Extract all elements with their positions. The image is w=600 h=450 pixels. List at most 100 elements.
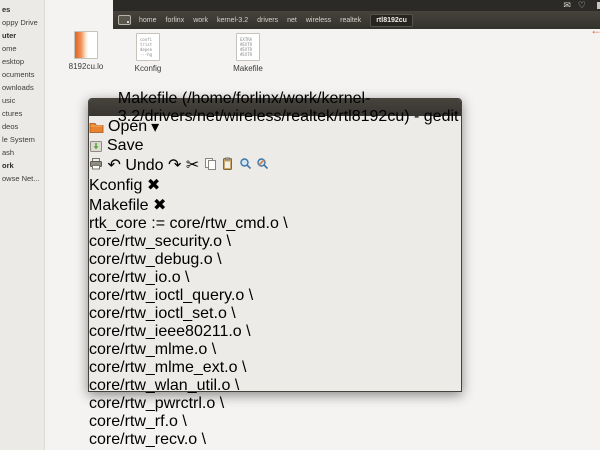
- sidebar-item[interactable]: owse Net...: [0, 172, 44, 185]
- code-line: core/rtw_rf.o \: [89, 413, 461, 431]
- panel-indicators: ✉ ♡: [563, 0, 586, 11]
- sidebar-item-label: uter: [2, 31, 16, 40]
- sidebar-item[interactable]: uter: [0, 29, 44, 42]
- breadcrumb-item[interactable]: drivers: [257, 17, 278, 24]
- code-line: core/rtw_ioctl_query.o \: [89, 287, 461, 305]
- file-name: 8192cu.lo: [58, 62, 114, 71]
- breadcrumb-label: work: [193, 17, 208, 24]
- sidebar-item-label: ownloads: [2, 83, 34, 92]
- breadcrumbs: home forlinx work kernel-3.2 drivers net wirel…: [139, 14, 413, 27]
- pathbar: home forlinx work kernel-3.2 drivers net wirel…: [113, 11, 600, 29]
- breadcrumb-item[interactable]: work: [193, 17, 208, 24]
- code-line-text: core/rtw_debug.o \: [89, 251, 222, 268]
- sidebar-item[interactable]: ash: [0, 146, 44, 159]
- icon-preview-text: ---hg: [137, 52, 159, 57]
- tab-label: Makefile: [89, 197, 149, 214]
- sidebar-item[interactable]: deos: [0, 120, 44, 133]
- code-line-text: core/rtw_recv.o \: [89, 431, 206, 448]
- text-editing-area[interactable]: rtk_core := core/rtw_cmd.o \ core/rtw_se…: [89, 215, 461, 450]
- code-line: core/rtw_ieee80211.o \: [89, 323, 461, 341]
- file-makefile[interactable]: EXTRA #EXTR #EXTR #EXTR Makefile: [220, 33, 276, 73]
- window-titlebar[interactable]: Makefile (/home/forlinx/work/kernel-3.2/…: [89, 99, 461, 116]
- heart-indicator-icon[interactable]: ♡: [578, 1, 586, 10]
- replace-button[interactable]: [256, 157, 269, 174]
- breadcrumb-label: home: [139, 17, 157, 24]
- sidebar-item[interactable]: ownloads: [0, 81, 44, 94]
- undo-button-label: Undo: [125, 157, 163, 174]
- tab-label: Kconfig: [89, 177, 142, 194]
- back-arrow-icon[interactable]: ←: [590, 24, 600, 36]
- code-lines: rtk_core := core/rtw_cmd.o \ core/rtw_se…: [89, 215, 461, 450]
- object-file-icon: [74, 31, 98, 59]
- sidebar-item[interactable]: ctures: [0, 107, 44, 120]
- code-line: core/rtw_wlan_util.o \: [89, 377, 461, 395]
- breadcrumb-item[interactable]: home: [139, 17, 157, 24]
- undo-button[interactable]: ↶: [107, 157, 120, 174]
- sidebar-item-label: le System: [2, 135, 35, 144]
- desktop-screenshot: es oppy Drive uter ome esktop ocuments ownload…: [0, 0, 600, 450]
- save-button[interactable]: Save: [89, 137, 461, 155]
- redo-button[interactable]: ↷: [168, 157, 181, 174]
- print-button[interactable]: [89, 157, 107, 174]
- breadcrumb-label: net: [287, 17, 297, 24]
- sidebar-item-label: owse Net...: [2, 174, 40, 183]
- paste-button[interactable]: [221, 157, 238, 174]
- code-line: core/rtw_recv.o \: [89, 431, 461, 449]
- file-name: Kconfig: [120, 64, 176, 73]
- code-line: core/rtw_mlme.o \: [89, 341, 461, 359]
- breadcrumb-item[interactable]: kernel-3.2: [217, 17, 248, 24]
- code-line-text: core/rtw_mlme_ext.o \: [89, 359, 246, 376]
- sidebar-item-label: esktop: [2, 57, 24, 66]
- sidebar-item-label: deos: [2, 122, 18, 131]
- sidebar-item[interactable]: oppy Drive: [0, 16, 44, 29]
- places-sidebar: es oppy Drive uter ome esktop ocuments ownload…: [0, 0, 45, 450]
- sidebar-item[interactable]: ome: [0, 42, 44, 55]
- code-line: core/rtw_security.o \: [89, 233, 461, 251]
- sidebar-item-label: usic: [2, 96, 15, 105]
- breadcrumb-label: forlinx: [166, 17, 185, 24]
- mail-indicator-icon[interactable]: ✉: [563, 1, 571, 10]
- sidebar-item[interactable]: ocuments: [0, 68, 44, 81]
- sidebar-item[interactable]: ork: [0, 159, 44, 172]
- breadcrumb-item[interactable]: net: [287, 17, 297, 24]
- code-line-text: core/rtw_rf.o \: [89, 413, 187, 430]
- sidebar-item-label: ome: [2, 44, 17, 53]
- breadcrumb-item[interactable]: wireless: [306, 17, 331, 24]
- sidebar-item[interactable]: es: [0, 3, 44, 16]
- breadcrumb-item[interactable]: forlinx: [166, 17, 185, 24]
- file-name: Makefile: [220, 64, 276, 73]
- code-line-text: core/rtw_ieee80211.o \: [89, 323, 251, 340]
- save-button-label: Save: [107, 137, 143, 155]
- tab-makefile[interactable]: Makefile ✖: [89, 195, 461, 215]
- file-8192cu-lo[interactable]: 8192cu.lo: [58, 31, 114, 71]
- breadcrumb-label: kernel-3.2: [217, 17, 248, 24]
- breadcrumb-label: realtek: [340, 17, 361, 24]
- code-line-text: core/rtw_ioctl_query.o \: [89, 287, 253, 304]
- computer-drive-icon[interactable]: [118, 15, 131, 25]
- tab-kconfig[interactable]: Kconfig ✖: [89, 175, 461, 195]
- top-bar: ✉ ♡ home forlinx work kernel-3.2 drivers net w…: [113, 0, 600, 29]
- tab-close-icon[interactable]: ✖: [153, 197, 166, 214]
- window-close-button[interactable]: [94, 104, 99, 112]
- icon-preview-text: #EXTR: [237, 52, 259, 57]
- copy-button[interactable]: [204, 157, 221, 174]
- cut-button[interactable]: ✂: [186, 157, 199, 174]
- sidebar-item[interactable]: le System: [0, 133, 44, 146]
- sidebar-item-label: oppy Drive: [2, 18, 38, 27]
- sidebar-item[interactable]: esktop: [0, 55, 44, 68]
- code-line-text: core/rtw_mlme.o \: [89, 341, 216, 358]
- code-line-text: core/rtw_security.o \: [89, 233, 231, 250]
- breadcrumb-item[interactable]: rtl8192cu: [370, 14, 413, 27]
- code-line: core/rtw_mlme_ext.o \: [89, 359, 461, 377]
- breadcrumb-item[interactable]: realtek: [340, 17, 361, 24]
- tab-close-icon[interactable]: ✖: [147, 177, 160, 194]
- window-minimize-button[interactable]: [104, 104, 109, 112]
- open-folder-icon: [89, 121, 104, 133]
- find-button[interactable]: [239, 157, 256, 174]
- editor-tabbar: Kconfig ✖ Makefile ✖: [89, 175, 461, 215]
- file-kconfig[interactable]: confi trist depen ---hg Kconfig: [120, 33, 176, 73]
- sidebar-item[interactable]: usic: [0, 94, 44, 107]
- code-line: rtk_core := core/rtw_cmd.o \: [89, 215, 461, 233]
- text-file-icon: confi trist depen ---hg: [136, 33, 160, 61]
- breadcrumb-label: rtl8192cu: [370, 14, 413, 27]
